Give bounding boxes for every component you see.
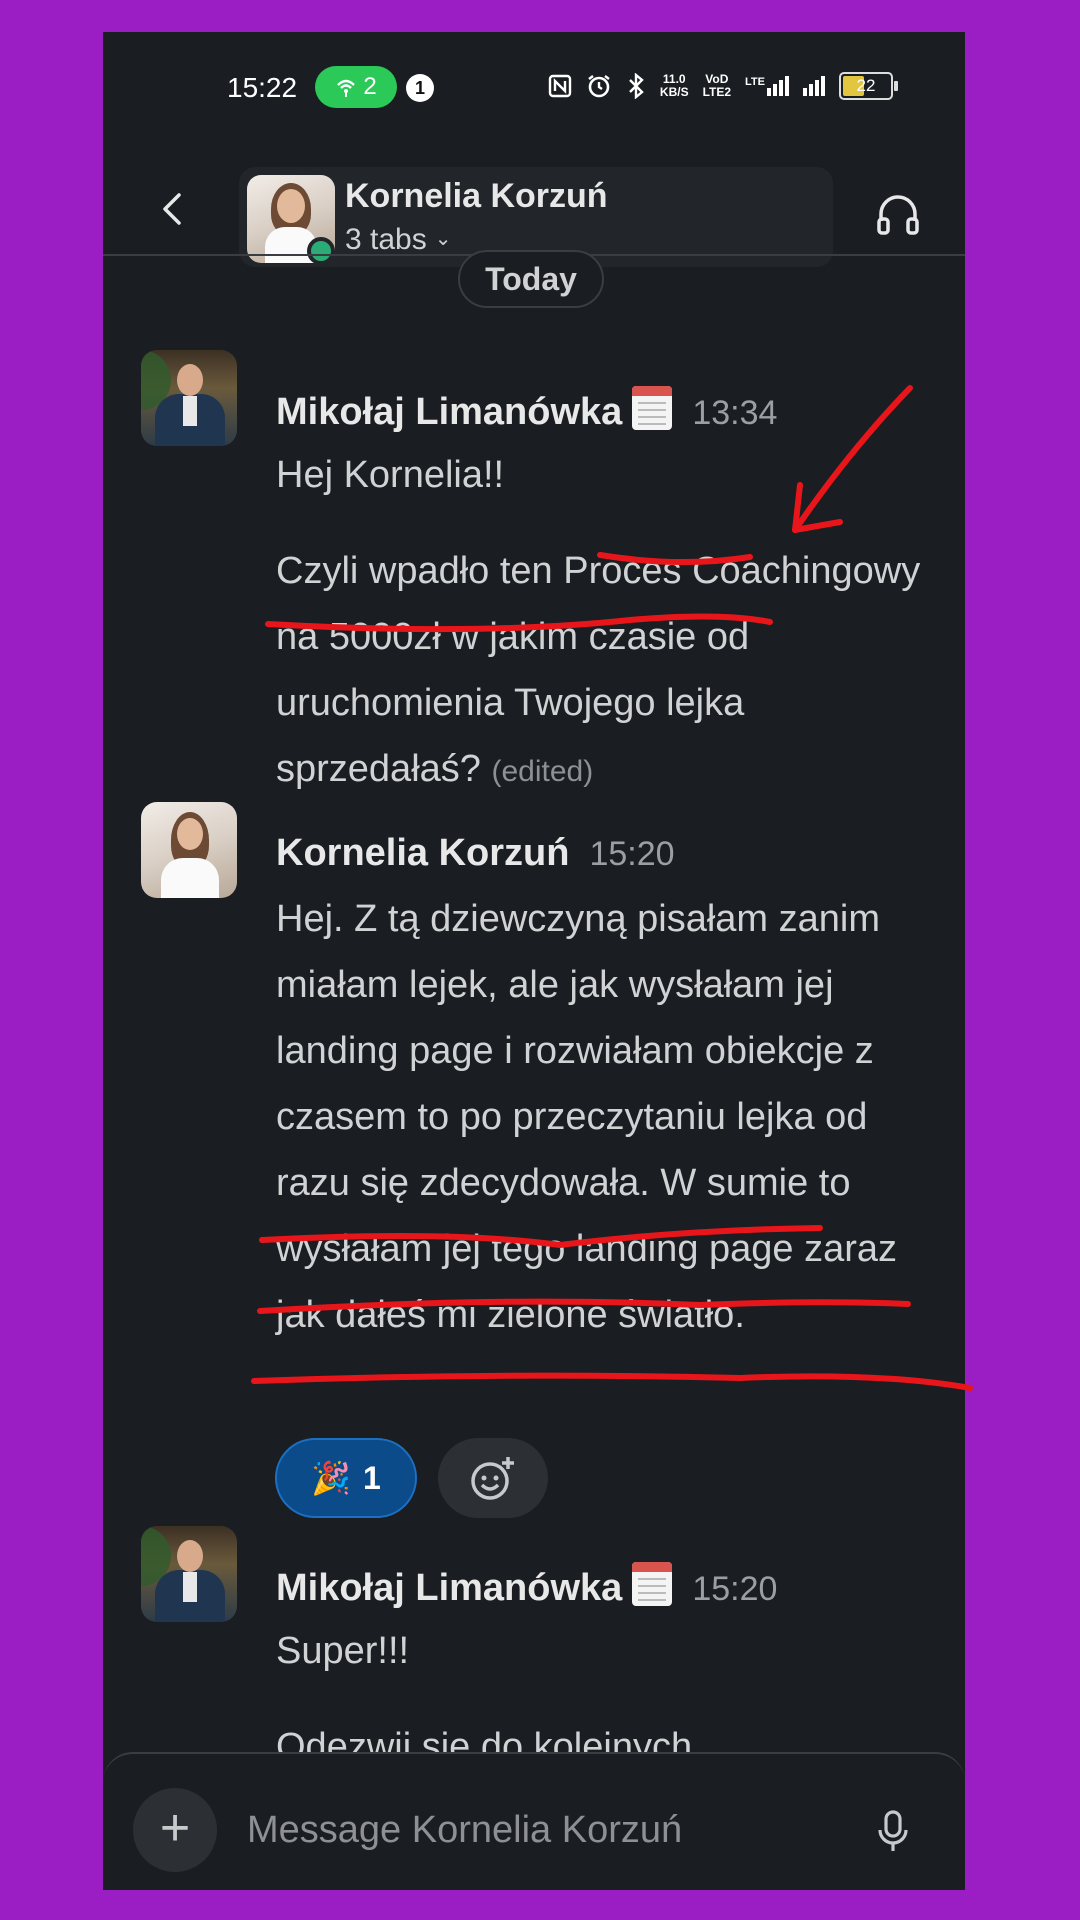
back-arrow-icon[interactable]: [153, 189, 193, 229]
volte-indicator: VoD LTE2: [702, 72, 732, 99]
calendar-icon: [632, 1562, 673, 1606]
notification-count: 1: [406, 74, 434, 102]
add-attachment-button[interactable]: +: [133, 1788, 217, 1872]
hotspot-badge: 2: [315, 66, 397, 108]
reaction-count: 1: [363, 1459, 381, 1496]
message-body: Hej. Z tą dziewczyną pisałam zanim miała…: [276, 886, 936, 1348]
sender-name[interactable]: Kornelia Korzuń: [276, 832, 569, 874]
status-bar: 15:22 2 1 11.0 KB/S VoD LTE2 LTE 22: [103, 32, 965, 147]
hotspot-icon: [337, 79, 356, 97]
message-paragraph: Hej Kornelia!!: [276, 454, 505, 496]
party-popper-icon: 🎉: [311, 1460, 352, 1496]
message-paragraph: Super!!!: [276, 1630, 410, 1672]
system-icons: 11.0 KB/S VoD LTE2 LTE 22: [548, 72, 898, 100]
sender-name[interactable]: Mikołaj Limanówka: [276, 391, 622, 433]
date-divider-label: Today: [458, 250, 604, 308]
message-composer: +: [103, 1752, 965, 1890]
message-time: 15:20: [589, 835, 675, 873]
hotspot-count: 2: [363, 73, 377, 100]
message-paragraph: Czyli wpadło ten Proces Coachingowy na 5…: [276, 550, 921, 790]
microphone-icon[interactable]: [873, 1808, 913, 1856]
add-reaction-button[interactable]: [438, 1438, 548, 1518]
message-time: 15:20: [692, 1570, 778, 1608]
sender-name[interactable]: Mikołaj Limanówka: [276, 1567, 622, 1609]
chevron-down-icon: ⌄: [434, 228, 452, 250]
online-status-dot: [307, 237, 335, 265]
nfc-icon: [548, 74, 572, 98]
tabs-selector[interactable]: 3 tabs ⌄: [345, 223, 452, 257]
message-time: 13:34: [692, 394, 778, 432]
signal-icon: [803, 76, 825, 96]
contact-name: Kornelia Korzuń: [345, 177, 608, 215]
sender-line: Mikołaj Limanówka 13:34: [276, 386, 777, 434]
reaction-party[interactable]: 🎉 1: [275, 1438, 417, 1518]
alarm-icon: [588, 75, 610, 98]
sender-avatar[interactable]: [141, 1526, 237, 1622]
sender-line: Mikołaj Limanówka 15:20: [276, 1562, 777, 1610]
headphones-icon[interactable]: [873, 189, 923, 239]
sender-avatar[interactable]: [141, 350, 237, 446]
message-body: Hej Kornelia!! Czyli wpadło ten Proces C…: [276, 442, 936, 805]
battery-icon: 22: [839, 72, 898, 100]
status-time: 15:22: [227, 72, 298, 103]
sender-line: Kornelia Korzuń 15:20: [276, 832, 675, 875]
message-input[interactable]: [245, 1794, 809, 1866]
phone-screen: 15:22 2 1 11.0 KB/S VoD LTE2 LTE 22 Korn…: [103, 32, 965, 1890]
plus-icon: +: [159, 1799, 191, 1857]
edited-label: (edited): [491, 755, 594, 788]
net-speed: 11.0 KB/S: [659, 72, 689, 99]
message-paragraph: Hej. Z tą dziewczyną pisałam zanim miała…: [276, 898, 898, 1336]
calendar-icon: [632, 386, 673, 430]
bluetooth-icon: [629, 73, 644, 99]
sender-avatar[interactable]: [141, 802, 237, 898]
add-emoji-icon: [471, 1457, 514, 1500]
lte-signal: LTE: [745, 76, 789, 96]
